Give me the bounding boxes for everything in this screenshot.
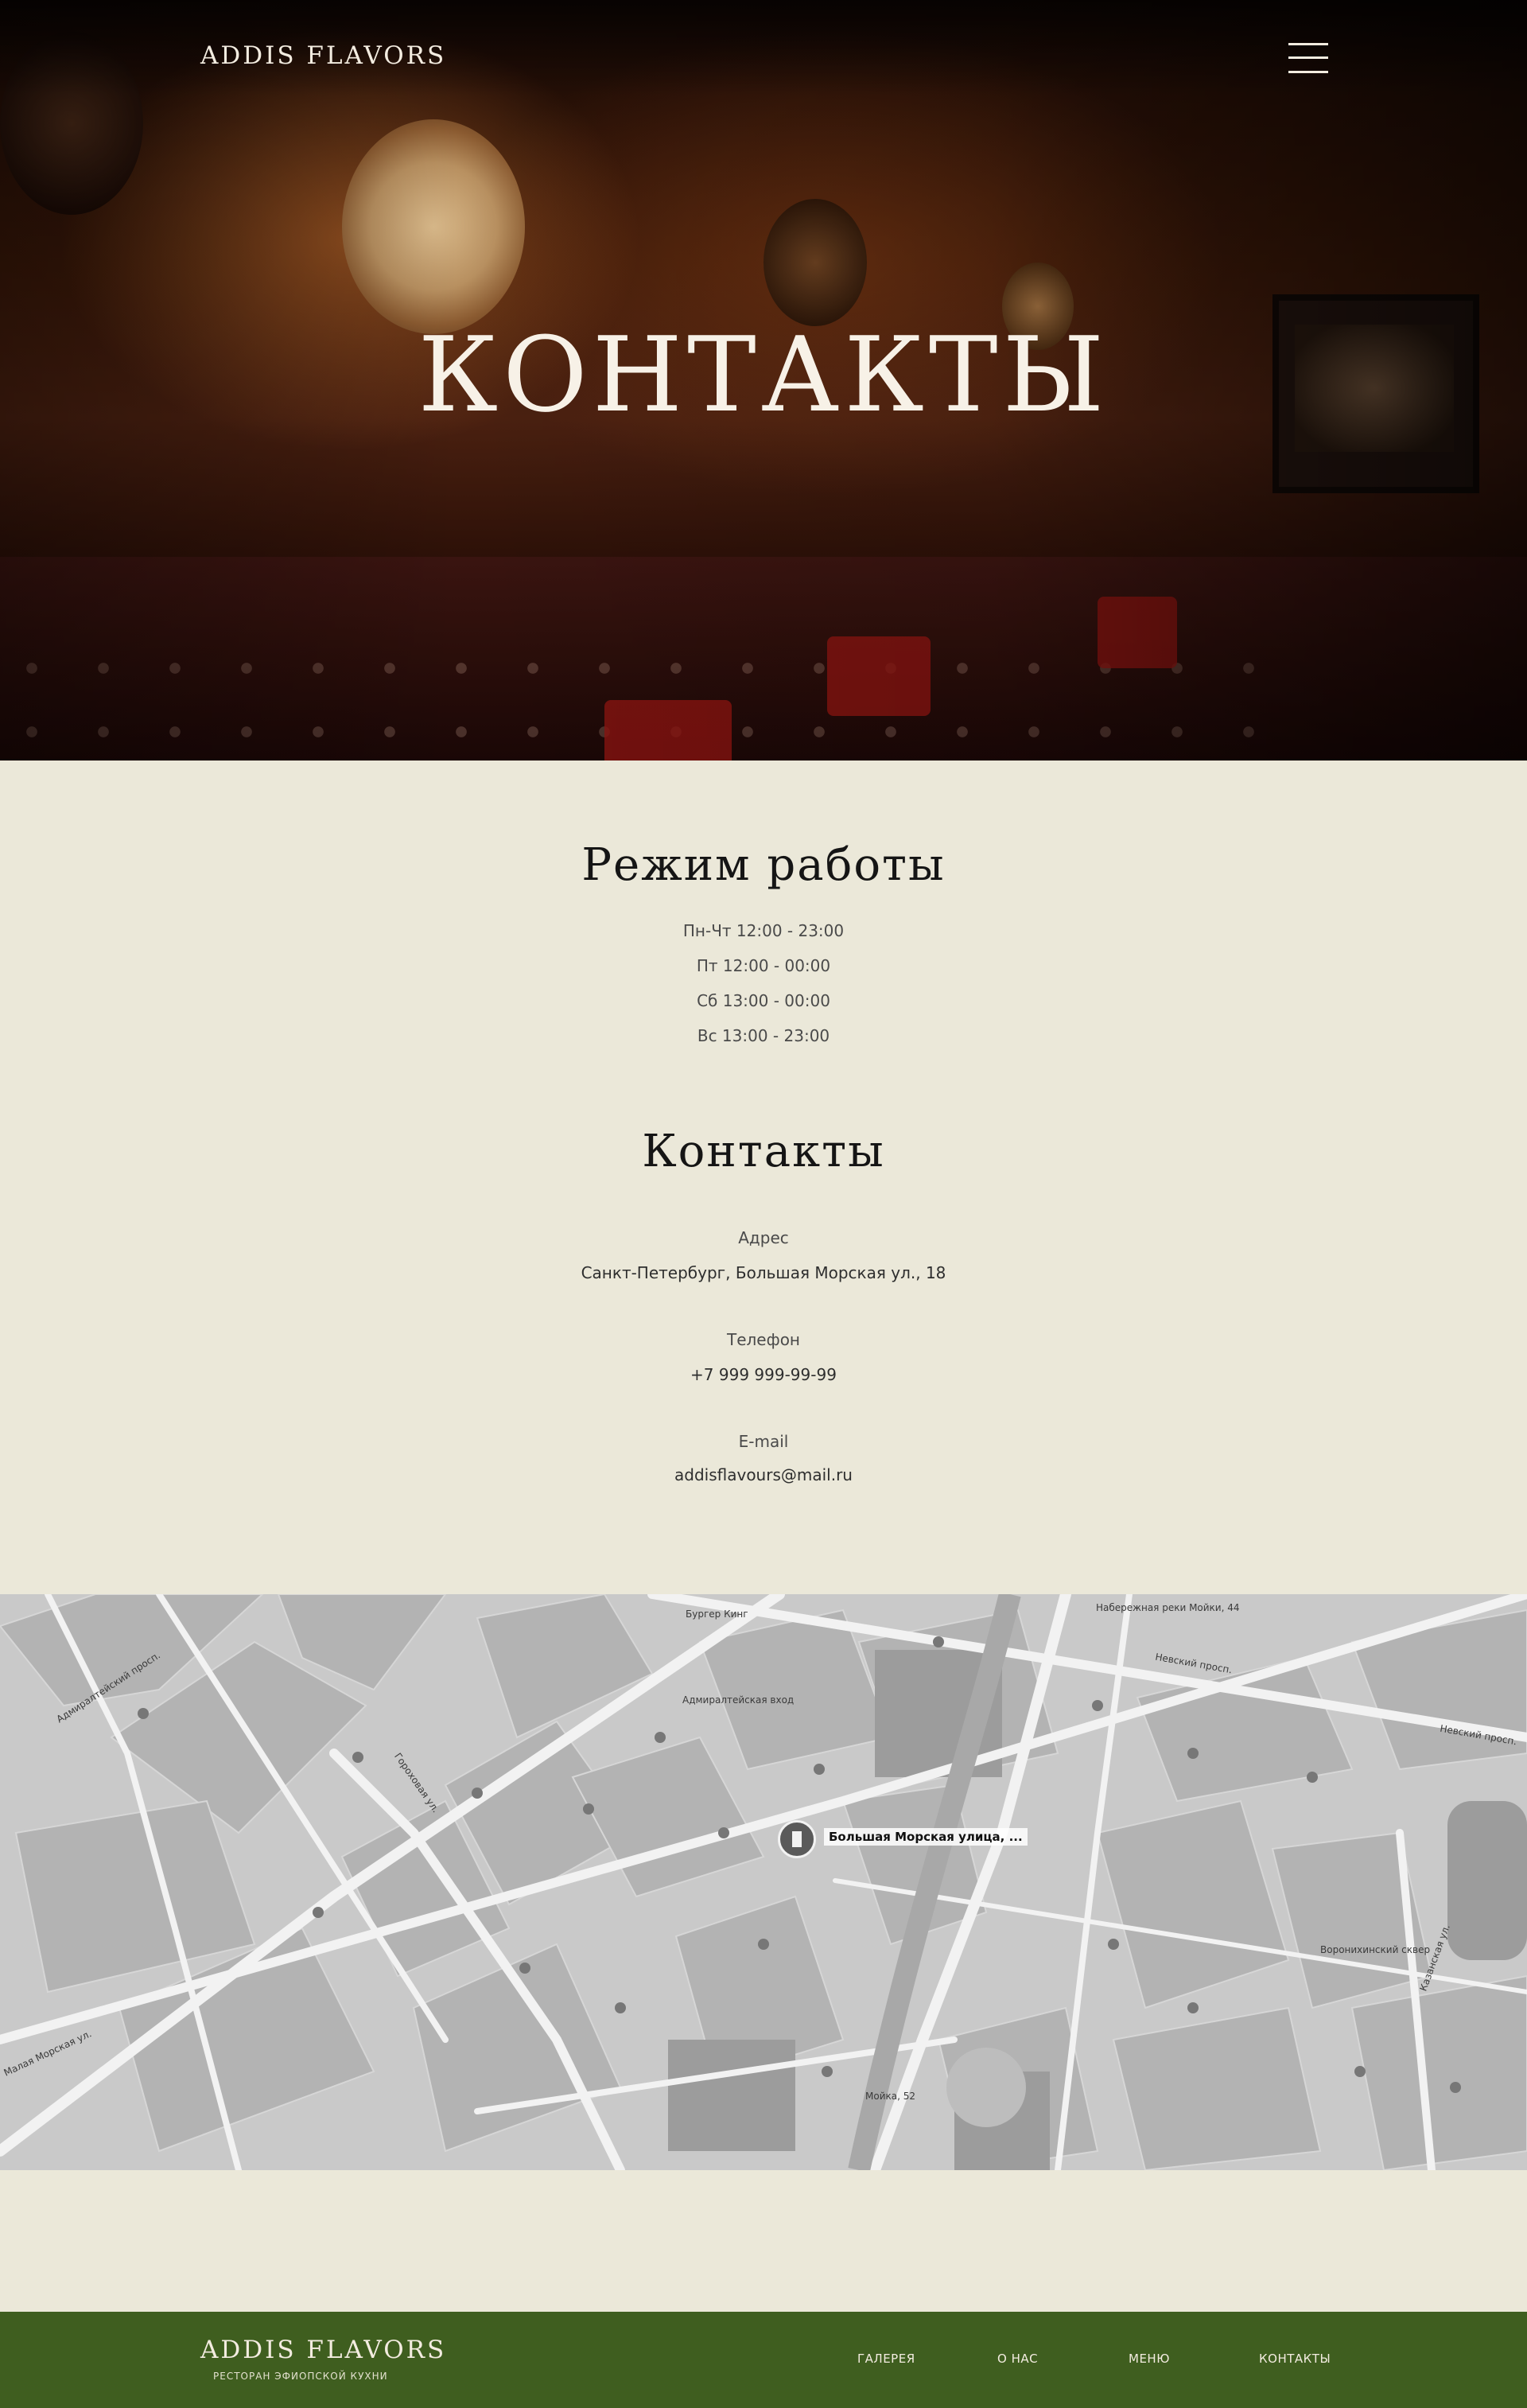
footer-logo[interactable]: ADDIS FLAVORS (200, 2336, 446, 2364)
phone-value[interactable]: +7 999 999-99-99 (0, 1365, 1527, 1384)
location-map[interactable]: Невский просп. Невский просп. Гороховая … (0, 1594, 1527, 2170)
map-place-label: Адмиралтейская вход (682, 1694, 795, 1706)
schedule-line: Сб 13:00 - 00:00 (697, 991, 830, 1010)
map-marker-icon[interactable] (778, 1820, 816, 1858)
map-place-label: Набережная реки Мойки, 44 (1096, 1602, 1240, 1613)
schedule-line: Пн-Чт 12:00 - 23:00 (682, 921, 845, 940)
map-place-label: Бургер Кинг (686, 1609, 748, 1620)
map-marker-label: Большая Морская улица, ... (824, 1828, 1028, 1846)
email-value[interactable]: addisflavours@mail.ru (0, 1465, 1527, 1484)
schedule-line: Вс 13:00 - 23:00 (697, 1026, 830, 1045)
map-place-label: Воронихинский сквер (1320, 1944, 1431, 1955)
footer-nav-menu[interactable]: МЕНЮ (1129, 2352, 1170, 2366)
schedule-title: Режим работы (581, 839, 946, 891)
hamburger-menu-icon[interactable] (1288, 43, 1328, 75)
schedule-line: Пт 12:00 - 00:00 (696, 956, 831, 975)
email-label: E-mail (738, 1432, 789, 1451)
footer-subtitle: РЕСТОРАН ЭФИОПСКОЙ КУХНИ (213, 2371, 388, 2382)
page-title: КОНТАКТЫ (418, 314, 1109, 435)
map-street-label: Мойка, 52 (865, 2091, 915, 2102)
address-value: Санкт-Петербург, Большая Морская ул., 18 (581, 1263, 946, 1282)
contacts-title: Контакты (642, 1126, 885, 1177)
address-label: Адрес (738, 1228, 789, 1247)
footer-nav-about[interactable]: О НАС (997, 2352, 1038, 2366)
footer-nav-gallery[interactable]: ГАЛЕРЕЯ (857, 2352, 915, 2366)
phone-label: Телефон (726, 1330, 801, 1349)
site-logo[interactable]: ADDIS FLAVORS (200, 41, 446, 70)
footer-nav-contacts[interactable]: КОНТАКТЫ (1259, 2352, 1331, 2366)
